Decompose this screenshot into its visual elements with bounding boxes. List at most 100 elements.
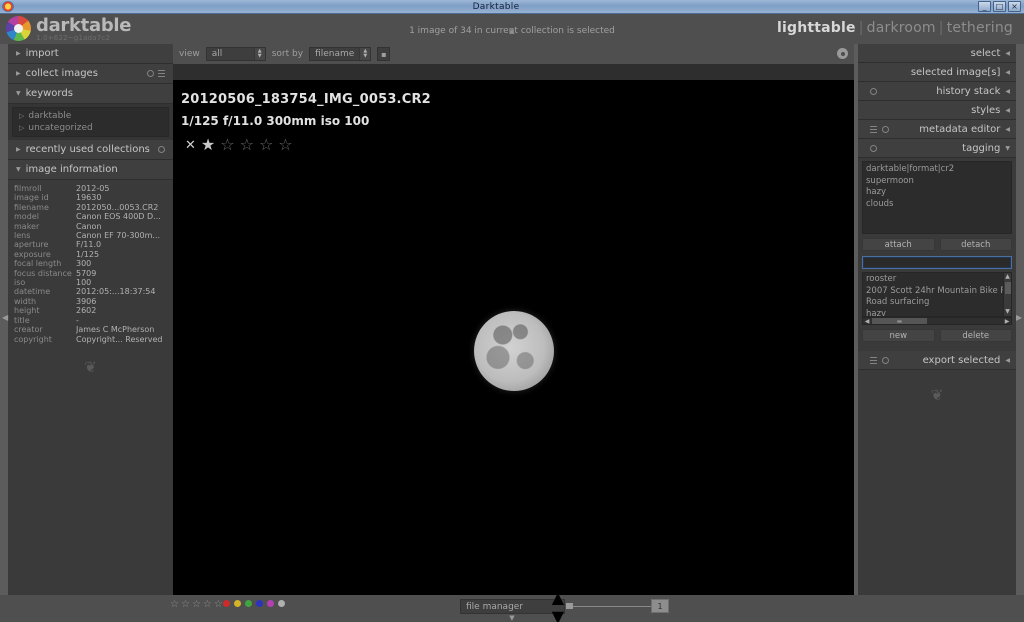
panel-item-history-stack[interactable]: history stack ◀ [858,82,1016,101]
color-label-yellow[interactable] [234,600,241,607]
attached-tags-list[interactable]: darktable|format|cr2 supermoon hazy clou… [862,161,1012,234]
color-label-blue[interactable] [256,600,263,607]
sidebar-item-recently-used-collections[interactable]: ▶ recently used collections [8,140,173,160]
gear-icon[interactable] [870,144,877,152]
detach-button[interactable]: detach [939,238,1012,251]
panel-item-select[interactable]: select ◀ [858,44,1016,63]
dictionary-tag-item[interactable]: rooster [866,274,1008,286]
attached-tag-item[interactable]: supermoon [866,176,1008,188]
chevron-updown-icon[interactable]: ▲ ▼ [359,48,371,60]
gear-icon[interactable] [882,125,889,133]
top-panel-handle[interactable]: ▲ [509,28,514,35]
reject-icon[interactable]: ✕ [185,139,196,152]
dictionary-tag-item[interactable]: Road surfacing [866,297,1008,309]
left-panel-collapse-handle[interactable]: ◀ [2,313,8,322]
keyword-item-darktable[interactable]: ▷ darktable [17,110,164,122]
sidebar-item-keywords[interactable]: ▼ keywords [8,84,173,104]
maximize-button[interactable]: □ [993,1,1006,12]
attached-tag-item[interactable]: hazy [866,187,1008,199]
sidebar-item-collect-images[interactable]: ▶ collect images [8,64,173,84]
attach-button[interactable]: attach [862,238,935,251]
layout-mode-value: file manager [466,601,524,612]
bottom-panel-handle[interactable]: ▼ [505,615,519,622]
tag-entry-input[interactable] [862,256,1012,269]
sort-direction-button[interactable]: ▪ [377,47,391,61]
panel-label-export-selected: export selected [922,354,1001,366]
filter-star-5[interactable]: ☆ [214,599,223,610]
filter-star-3[interactable]: ☆ [192,599,201,610]
gear-icon[interactable] [147,70,154,77]
mode-tethering[interactable]: tethering [944,20,1016,36]
chevron-right-icon: ▶ [16,146,21,153]
filter-star-2[interactable]: ☆ [181,599,190,610]
panel-label-selected-images: selected image[s] [910,66,1001,78]
zoom-slider[interactable] [566,603,651,609]
keyword-item-uncategorized[interactable]: ▷ uncategorized [17,122,164,134]
tag-dictionary-list[interactable]: rooster 2007 Scott 24hr Mountain Bike Ra… [862,272,1012,317]
filter-star-4[interactable]: ☆ [203,599,212,610]
filter-star-1[interactable]: ☆ [170,599,179,610]
bars-icon[interactable] [158,70,165,77]
panel-item-styles[interactable]: styles ◀ [858,101,1016,120]
star-icon-2[interactable]: ☆ [220,137,234,153]
close-button[interactable]: × [1008,1,1021,12]
gear-icon[interactable] [870,87,877,95]
color-label-purple[interactable] [267,600,274,607]
chevron-updown-icon[interactable]: ▲ ▼ [552,588,564,622]
thumbnail-cell[interactable]: 20120506_183754_IMG_0053.CR2 1/125 f/11.… [173,64,854,601]
attached-tag-item[interactable]: darktable|format|cr2 [866,164,1008,176]
sidebar-item-import[interactable]: ▶ import [8,44,173,64]
scroll-up-icon[interactable]: ▲ [1004,273,1011,281]
panel-item-selected-images[interactable]: selected image[s] ◀ [858,63,1016,82]
gear-icon[interactable] [158,146,165,153]
panel-label-styles: styles [971,104,1001,116]
dictionary-tag-item[interactable]: 2007 Scott 24hr Mountain Bike Ra [866,286,1011,298]
right-panel-collapse-handle[interactable]: ▶ [1016,313,1022,322]
zoom-level-value[interactable]: 1 [651,599,669,613]
scrollbar-thumb[interactable]: ▬ [872,318,927,325]
gear-icon[interactable] [882,356,889,364]
attached-tag-item[interactable]: clouds [866,199,1008,211]
bars-icon[interactable] [870,125,877,133]
dictionary-horizontal-scrollbar[interactable]: ◀ ▬ ▶ [862,317,1012,325]
bars-icon[interactable] [870,356,877,364]
scrollbar-thumb[interactable] [1005,282,1011,294]
star-icon-4[interactable]: ☆ [259,137,273,153]
image-rating-control[interactable]: ✕ ★ ☆ ☆ ☆ ☆ [185,137,293,153]
info-key: height [14,306,40,316]
star-icon-3[interactable]: ☆ [240,137,254,153]
mode-lighttable[interactable]: lighttable [774,20,859,36]
info-row: maker Canon [8,222,173,231]
delete-tag-button[interactable]: delete [939,329,1012,342]
mode-darkroom[interactable]: darkroom [864,20,939,36]
new-tag-button[interactable]: new [862,329,935,342]
sidebar-item-image-information[interactable]: ▼ image information [8,160,173,180]
scroll-left-icon[interactable]: ◀ [863,318,871,325]
info-value: 300 [76,259,92,269]
slider-knob[interactable] [566,603,573,609]
color-label-gray[interactable] [278,600,285,607]
star-icon-1[interactable]: ★ [201,137,215,153]
dictionary-tag-item[interactable]: hazy [866,309,1008,317]
panel-item-metadata-editor[interactable]: metadata editor ◀ [858,120,1016,139]
rating-filter-stars[interactable]: ☆ ☆ ☆ ☆ ☆ [170,599,223,610]
scroll-right-icon[interactable]: ▶ [1003,318,1011,325]
chevron-updown-icon[interactable]: ▲ ▼ [253,48,265,60]
image-canvas[interactable] [173,80,854,601]
view-filter-select[interactable]: all ▲ ▼ [205,47,266,61]
color-label-red[interactable] [223,600,230,607]
scroll-down-icon[interactable]: ▼ [1004,308,1011,316]
color-label-filters[interactable] [223,600,285,607]
panel-item-tagging[interactable]: tagging ▼ [858,139,1016,158]
layout-mode-select[interactable]: file manager ▲ ▼ [460,588,565,622]
minimize-button[interactable]: _ [978,1,991,12]
sort-by-select[interactable]: filename ▲ ▼ [309,47,372,61]
star-icon-5[interactable]: ☆ [278,137,292,153]
color-label-green[interactable] [245,600,252,607]
dictionary-vertical-scrollbar[interactable]: ▲ ▼ [1003,273,1011,316]
panel-item-export-selected[interactable]: export selected ◀ [858,351,1016,370]
keywords-tree[interactable]: ▷ darktable ▷ uncategorized [12,107,169,137]
keyword-label: darktable [28,111,72,121]
gear-icon[interactable] [837,48,848,59]
info-row: filmroll 2012-05 [8,184,173,193]
